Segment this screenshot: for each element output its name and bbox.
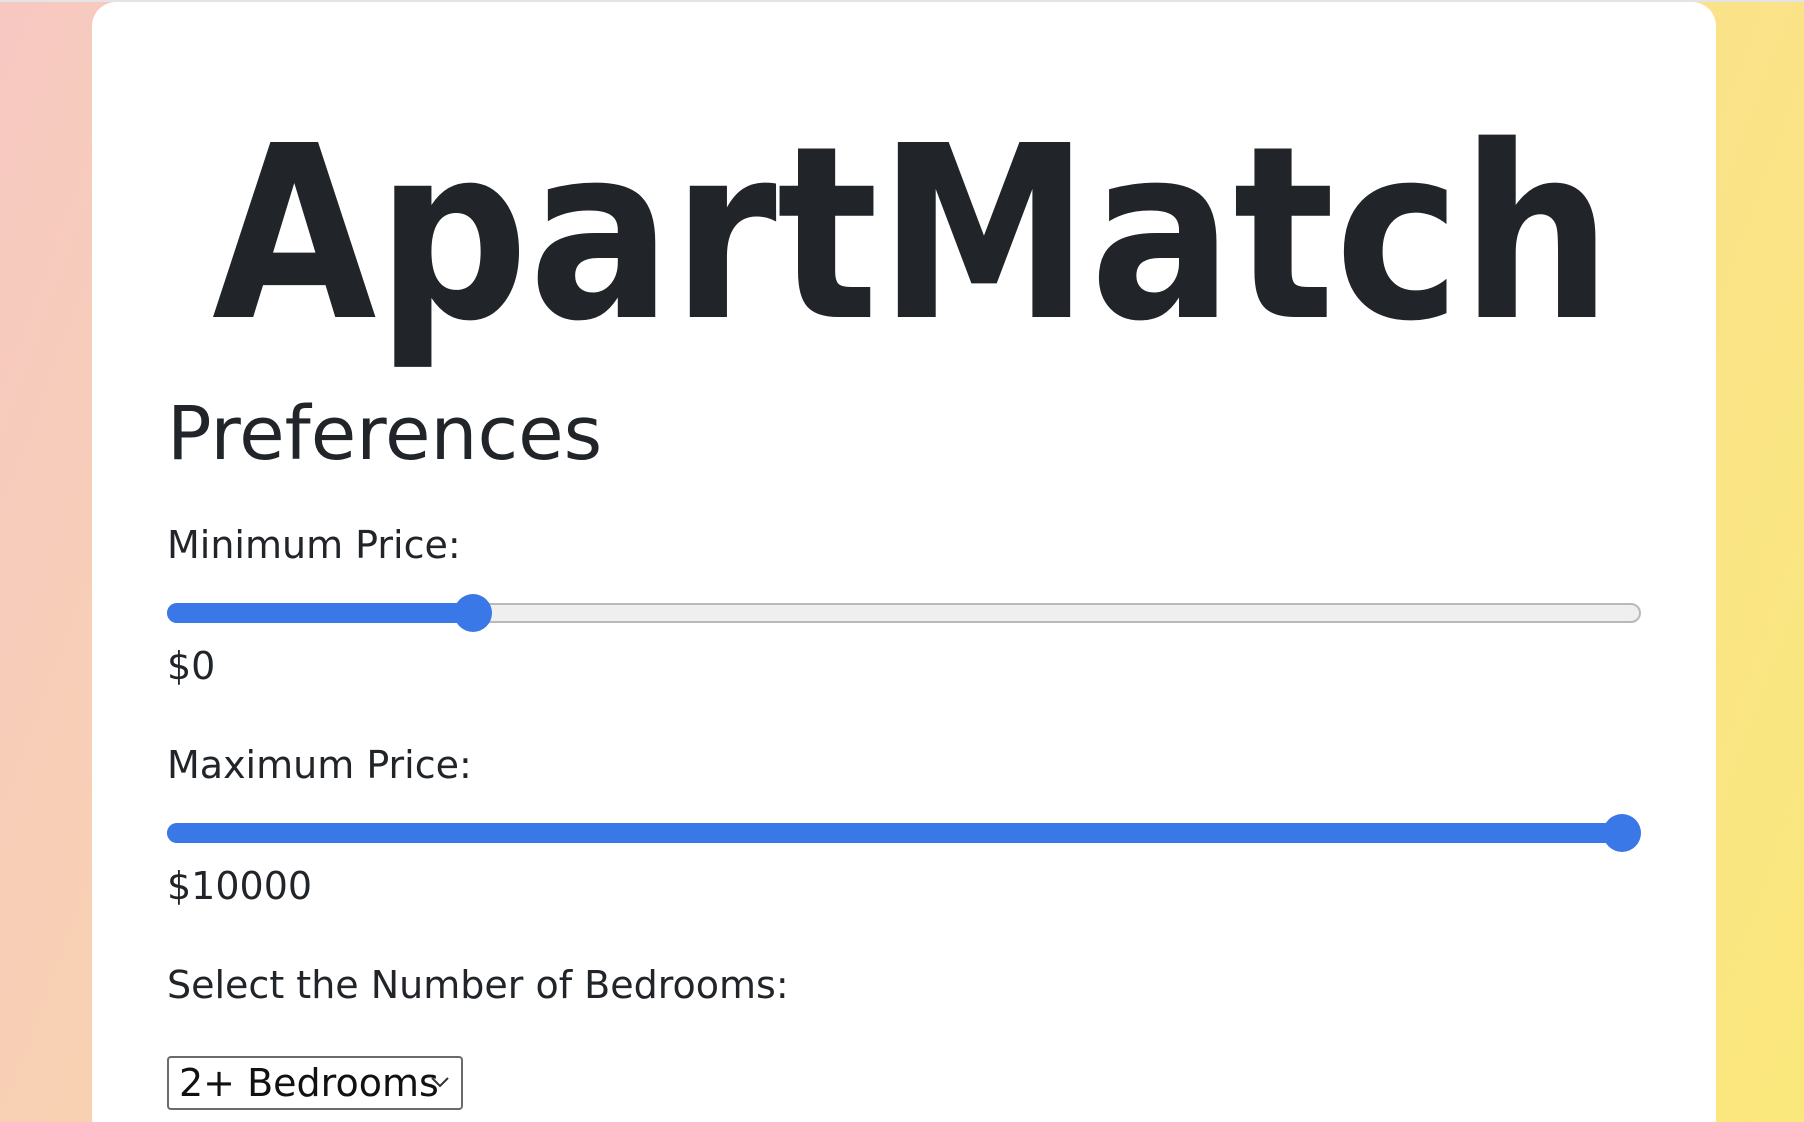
logo-wordmark: ApartMatch bbox=[212, 97, 1612, 374]
app-logo: ApartMatch bbox=[202, 97, 1622, 397]
max-price-label: Maximum Price: bbox=[167, 743, 472, 787]
min-price-slider[interactable] bbox=[167, 593, 1641, 633]
preferences-card: ApartMatch Preferences Minimum Price: $0… bbox=[92, 2, 1716, 1122]
bedrooms-select[interactable]: 2+ Bedrooms bbox=[167, 1056, 463, 1110]
bedrooms-selected-value: 2+ Bedrooms bbox=[179, 1061, 439, 1105]
page-title: Preferences bbox=[167, 391, 603, 477]
slider-fill bbox=[167, 823, 1622, 843]
slider-thumb[interactable] bbox=[454, 594, 493, 632]
min-price-label: Minimum Price: bbox=[167, 523, 461, 567]
chevron-down-icon bbox=[431, 1077, 449, 1088]
logo-text: ApartMatch bbox=[212, 97, 1612, 374]
max-price-value: $10000 bbox=[167, 864, 313, 908]
max-price-slider[interactable] bbox=[167, 813, 1641, 853]
min-price-value: $0 bbox=[167, 644, 216, 688]
bedrooms-label: Select the Number of Bedrooms: bbox=[167, 963, 789, 1007]
slider-fill bbox=[167, 603, 474, 623]
slider-thumb[interactable] bbox=[1603, 814, 1641, 852]
